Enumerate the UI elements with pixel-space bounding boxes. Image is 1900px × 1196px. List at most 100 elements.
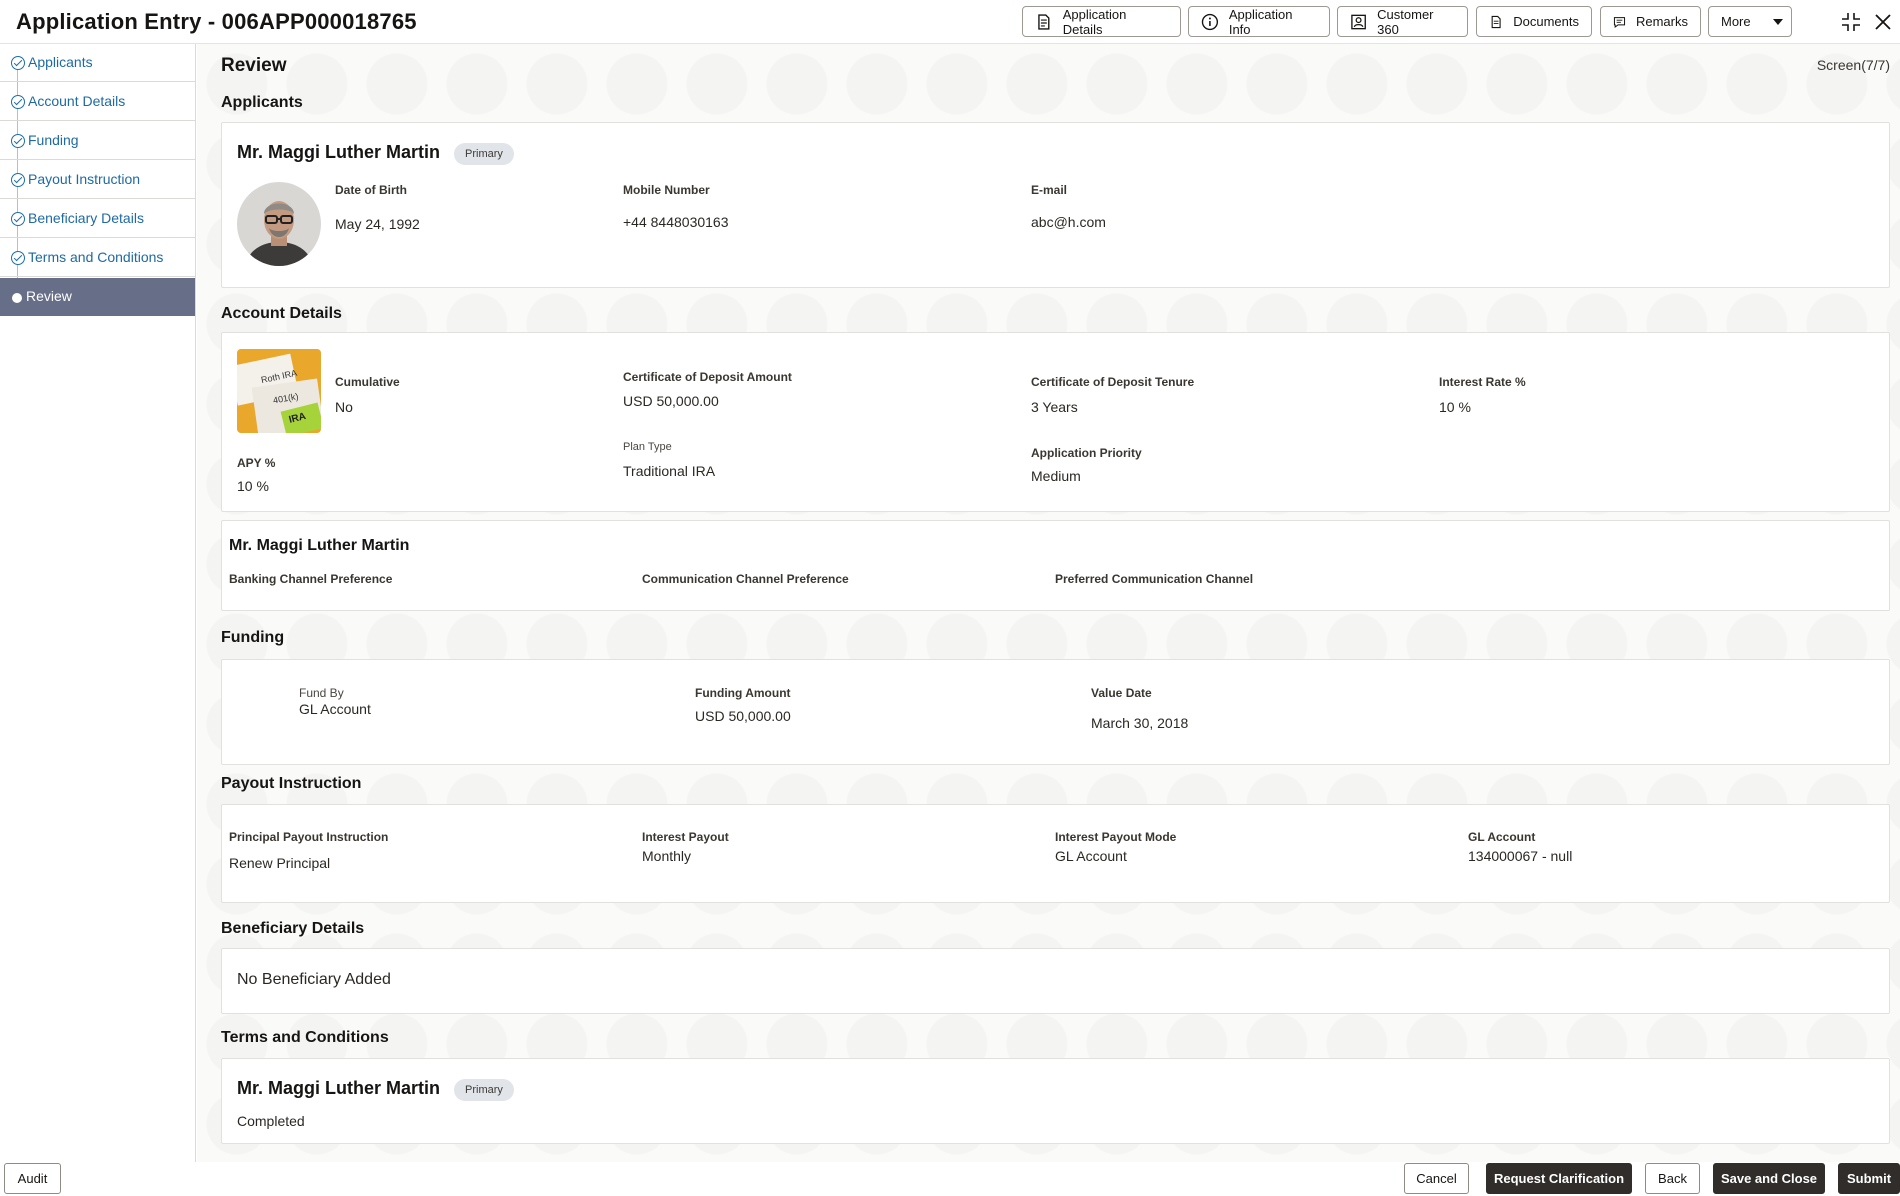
- principal-payout-value: Renew Principal: [229, 855, 331, 871]
- apy-value: 10 %: [237, 478, 269, 494]
- sidebar-item-label: Beneficiary Details: [28, 210, 144, 226]
- channel-preference-card: Mr. Maggi Luther Martin Banking Channel …: [221, 520, 1890, 611]
- application-details-label: Application Details: [1062, 6, 1127, 37]
- interest-rate-label: Interest Rate %: [1439, 375, 1526, 389]
- email-label: E-mail: [1031, 183, 1068, 197]
- communication-channel-label: Communication Channel Preference: [642, 572, 849, 586]
- no-beneficiary-text: No Beneficiary Added: [237, 971, 391, 988]
- fund-by-value: GL Account: [299, 701, 371, 717]
- mobile-value: +44 8448030163: [623, 214, 729, 230]
- close-icon[interactable]: [1871, 10, 1895, 34]
- cd-amount-label: Certificate of Deposit Amount: [623, 370, 792, 384]
- cumulative-value: No: [335, 399, 353, 415]
- primary-badge: Primary: [454, 1079, 514, 1101]
- channel-applicant-name: Mr. Maggi Luther Martin: [229, 537, 410, 554]
- applicants-section-title: Applicants: [221, 94, 303, 111]
- sidebar-item-label: Account Details: [28, 93, 126, 109]
- cd-tenure-label: Certificate of Deposit Tenure: [1031, 375, 1195, 389]
- payout-section-title: Payout Instruction: [221, 775, 362, 792]
- value-date-label: Value Date: [1091, 686, 1152, 700]
- sidebar-item-label: Terms and Conditions: [28, 249, 164, 265]
- avatar: [237, 182, 321, 266]
- sidebar-item-label: Funding: [28, 132, 79, 148]
- sidebar-item-account-details[interactable]: Account Details: [0, 83, 195, 121]
- collapse-icon[interactable]: [1839, 10, 1863, 34]
- email-value: abc@h.com: [1031, 214, 1106, 230]
- apy-label: APY %: [237, 456, 276, 470]
- principal-payout-label: Principal Payout Instruction: [229, 830, 389, 844]
- terms-card: Mr. Maggi Luther Martin Primary Complete…: [221, 1058, 1890, 1144]
- remarks-label: Remarks: [1635, 14, 1688, 29]
- funding-amount-value: USD 50,000.00: [695, 708, 791, 724]
- payout-card: Principal Payout Instruction Renew Princ…: [221, 804, 1890, 903]
- main-content: Review Screen(7/7) Applicants Mr. Maggi …: [197, 44, 1900, 1162]
- sidebar-item-review[interactable]: Review: [0, 278, 195, 316]
- interest-payout-label: Interest Payout: [642, 830, 729, 844]
- primary-badge: Primary: [454, 143, 514, 165]
- sidebar-item-label: Review: [26, 288, 72, 304]
- applicant-card: Mr. Maggi Luther Martin Primary Date of …: [221, 122, 1890, 288]
- check-circle-icon: [11, 212, 25, 226]
- customer-360-label: Customer 360: [1377, 6, 1434, 37]
- documents-label: Documents: [1513, 14, 1579, 29]
- preferred-channel-label: Preferred Communication Channel: [1055, 572, 1254, 586]
- review-title: Review: [221, 55, 287, 76]
- cd-tenure-value: 3 Years: [1031, 399, 1078, 415]
- check-circle-icon: [11, 95, 25, 109]
- applicant-name: Mr. Maggi Luther Martin: [237, 142, 441, 162]
- value-date-value: March 30, 2018: [1091, 715, 1189, 731]
- mobile-label: Mobile Number: [623, 183, 710, 197]
- remarks-button[interactable]: Remarks: [1600, 6, 1701, 37]
- customer-profile-icon: [1351, 14, 1366, 29]
- audit-button[interactable]: Audit: [4, 1163, 61, 1194]
- screen-indicator: Screen(7/7): [1816, 57, 1890, 73]
- terms-applicant-name: Mr. Maggi Luther Martin: [237, 1078, 441, 1098]
- documents-button[interactable]: Documents: [1476, 6, 1592, 37]
- application-info-button[interactable]: Application Info: [1188, 6, 1330, 37]
- check-circle-icon: [11, 251, 25, 265]
- cumulative-label: Cumulative: [335, 375, 400, 389]
- application-info-label: Application Info: [1228, 6, 1293, 37]
- funding-amount-label: Funding Amount: [695, 686, 791, 700]
- sidebar-item-payout-instruction[interactable]: Payout Instruction: [0, 161, 195, 199]
- gl-account-label: GL Account: [1468, 830, 1536, 844]
- customer-360-button[interactable]: Customer 360: [1337, 6, 1468, 37]
- funding-card: Fund By GL Account Funding Amount USD 50…: [221, 659, 1890, 765]
- sidebar: Applicants Account Details Funding Payou…: [0, 44, 196, 1162]
- sidebar-item-beneficiary-details[interactable]: Beneficiary Details: [0, 200, 195, 238]
- page-title: Application Entry - 006APP000018765: [16, 9, 417, 34]
- banking-channel-label: Banking Channel Preference: [229, 572, 393, 586]
- terms-section-title: Terms and Conditions: [221, 1029, 389, 1046]
- interest-payout-mode-value: GL Account: [1055, 848, 1127, 864]
- back-button[interactable]: Back: [1645, 1163, 1700, 1194]
- account-details-card: Roth IRA 401(k) IRA Cumulative No Certif…: [221, 332, 1890, 512]
- check-circle-icon: [11, 56, 25, 70]
- beneficiary-card: No Beneficiary Added: [221, 948, 1890, 1014]
- check-circle-icon: [11, 134, 25, 148]
- more-label: More: [1721, 14, 1751, 29]
- header: Application Entry - 006APP000018765 Appl…: [0, 0, 1900, 44]
- dob-label: Date of Birth: [335, 183, 407, 197]
- cancel-button[interactable]: Cancel: [1404, 1163, 1469, 1194]
- priority-label: Application Priority: [1031, 446, 1142, 460]
- terms-status: Completed: [237, 1113, 305, 1129]
- more-dropdown[interactable]: More: [1708, 6, 1792, 37]
- current-step-icon: [12, 293, 22, 303]
- sidebar-item-applicants[interactable]: Applicants: [0, 44, 195, 82]
- documents-icon: [1491, 15, 1501, 28]
- save-and-close-button[interactable]: Save and Close: [1713, 1163, 1825, 1194]
- interest-payout-mode-label: Interest Payout Mode: [1055, 830, 1177, 844]
- info-icon: [1201, 13, 1219, 30]
- document-icon: [1038, 13, 1050, 30]
- sidebar-item-funding[interactable]: Funding: [0, 122, 195, 160]
- sidebar-item-terms-and-conditions[interactable]: Terms and Conditions: [0, 239, 195, 277]
- request-clarification-button[interactable]: Request Clarification: [1486, 1163, 1632, 1194]
- interest-rate-value: 10 %: [1439, 399, 1471, 415]
- comment-icon: [1613, 16, 1626, 28]
- check-circle-icon: [11, 173, 25, 187]
- plan-type-label: Plan Type: [623, 441, 672, 453]
- application-details-button[interactable]: Application Details: [1022, 6, 1181, 37]
- gl-account-value: 134000067 - null: [1468, 848, 1573, 864]
- submit-button[interactable]: Submit: [1838, 1163, 1900, 1194]
- funding-section-title: Funding: [221, 629, 285, 646]
